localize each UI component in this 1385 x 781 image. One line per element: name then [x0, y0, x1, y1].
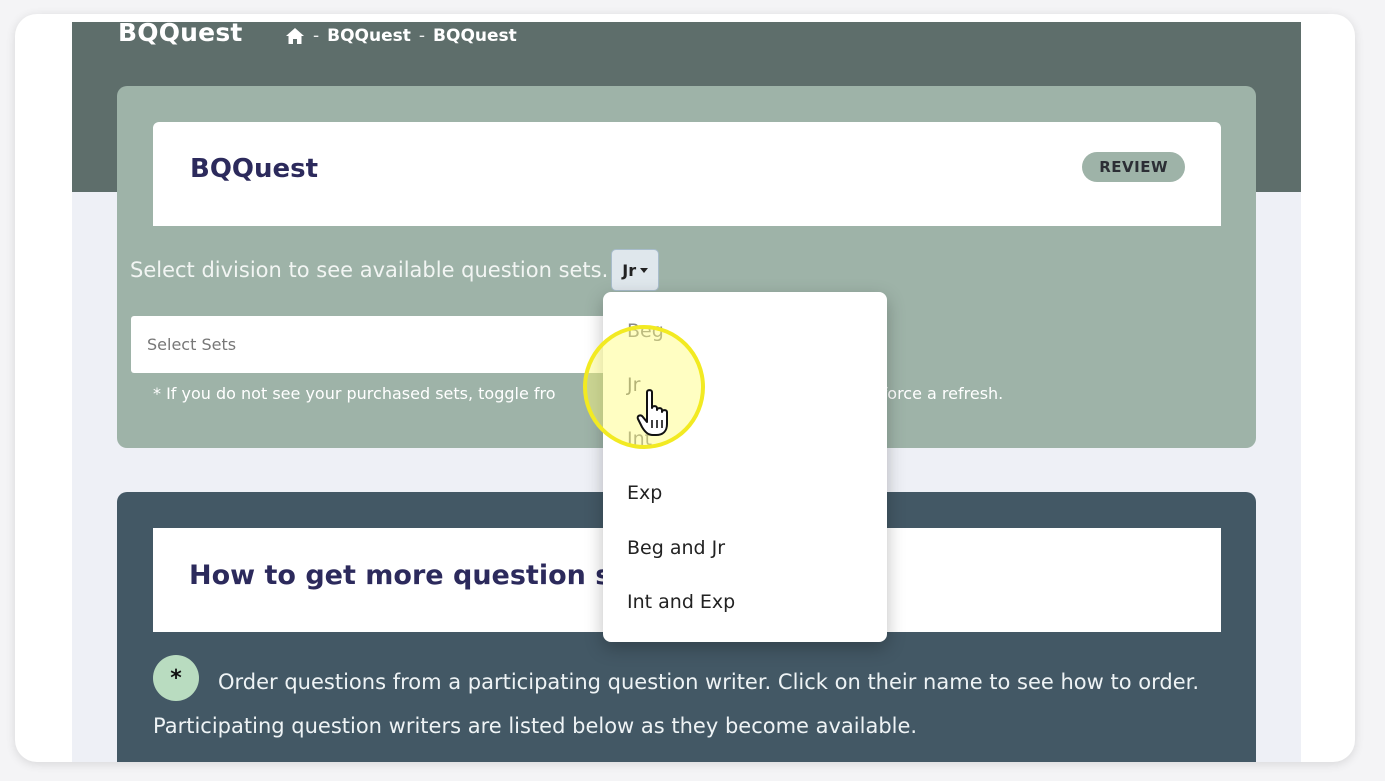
division-selected-value: Jr — [622, 260, 637, 280]
division-label: Select division to see available questio… — [130, 258, 609, 282]
breadcrumb-separator: - — [313, 26, 320, 46]
hand-pointer-cursor-icon — [636, 389, 668, 436]
breadcrumb: - BQQuest - BQQuest — [285, 26, 517, 46]
caret-down-icon — [640, 267, 649, 273]
order-instructions: Order questions from a participating que… — [153, 670, 1200, 738]
review-button[interactable]: REVIEW — [1082, 152, 1185, 182]
more-sets-title: How to get more question se — [189, 560, 630, 591]
dropdown-item-exp[interactable]: Exp — [627, 482, 662, 504]
hint-text-left: * If you do not see your purchased sets,… — [153, 384, 556, 403]
division-selector-row: Select division to see available questio… — [130, 249, 660, 291]
card-title: BQQuest — [190, 154, 319, 184]
select-sets-input[interactable] — [131, 316, 661, 373]
dropdown-item-int-and-exp[interactable]: Int and Exp — [627, 591, 735, 613]
breadcrumb-item-1[interactable]: BQQuest — [327, 26, 411, 46]
division-dropdown-button[interactable]: Jr — [611, 249, 660, 291]
brand-title: BQQuest — [118, 22, 243, 47]
breadcrumb-item-2: BQQuest — [433, 26, 517, 46]
home-icon[interactable] — [285, 27, 305, 45]
bqquest-card: BQQuest REVIEW — [153, 122, 1221, 226]
breadcrumb-separator: - — [418, 26, 426, 46]
dropdown-item-beg-and-jr[interactable]: Beg and Jr — [627, 537, 725, 559]
